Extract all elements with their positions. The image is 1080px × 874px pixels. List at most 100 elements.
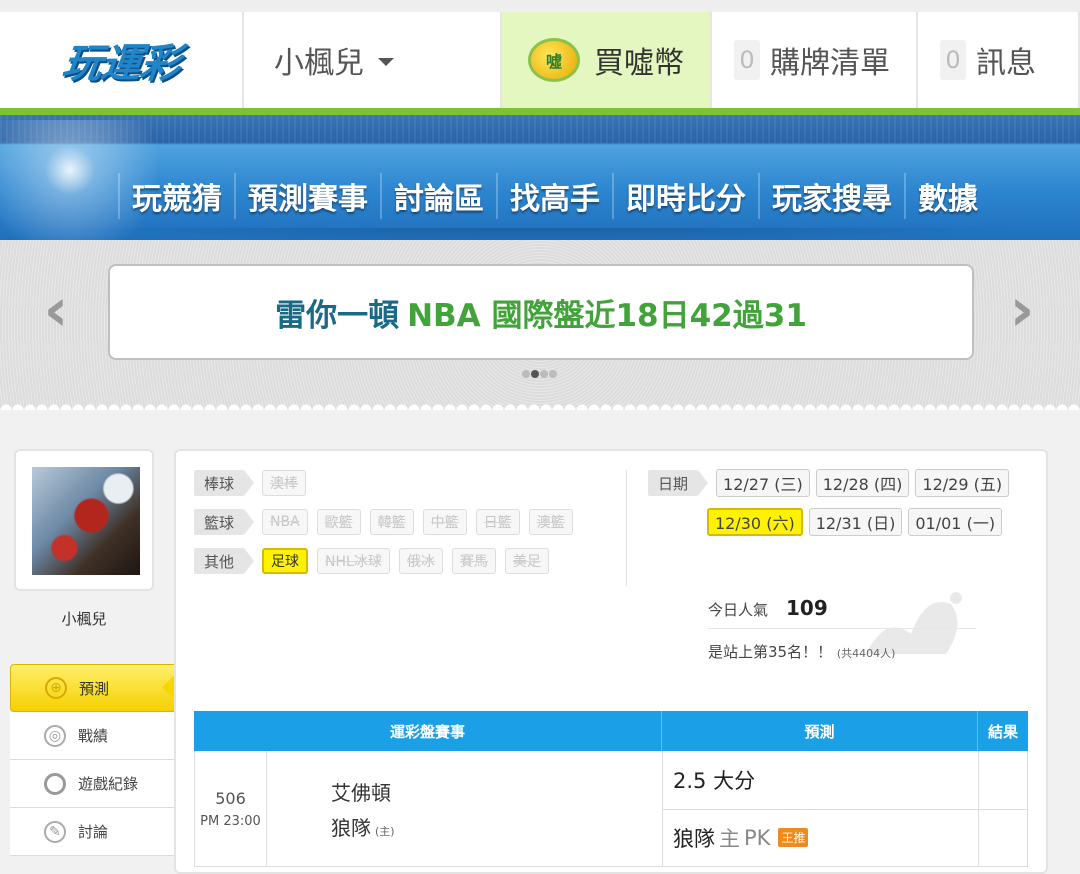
result-total (979, 751, 1027, 809)
cart-count-badge: 0 (734, 40, 760, 80)
date-chip-1230[interactable]: 12/30 (六) (707, 508, 803, 536)
carousel-dot[interactable] (522, 370, 530, 378)
king-pick-badge: 王推 (778, 828, 809, 848)
date-chip-1229[interactable]: 12/29 (五) (915, 469, 1010, 497)
carousel-dot[interactable] (549, 370, 557, 378)
main-nav: 玩競猜 預測賽事 討論區 找高手 即時比分 玩家搜尋 數據 (118, 170, 990, 222)
user-menu[interactable]: 小楓兒 (244, 12, 502, 108)
filter-chip-aus-baseball[interactable]: 澳棒 (262, 470, 307, 496)
site-logo[interactable]: 玩運彩 (0, 12, 244, 108)
prediction-total: 2.5 大分 (663, 751, 978, 809)
logo-text: 玩運彩 (58, 41, 183, 87)
sidebar-username: 小楓兒 (61, 610, 107, 628)
team-away[interactable]: 艾佛頓 (331, 777, 662, 806)
username: 小楓兒 (274, 46, 364, 81)
date-chip-1231[interactable]: 12/31 (日) (808, 508, 903, 536)
nav-item-live-score[interactable]: 即時比分 (612, 173, 758, 219)
banner-next-arrow-icon[interactable]: › (1002, 275, 1042, 345)
result-cell (979, 751, 1027, 866)
target-icon: ⊕ (45, 677, 67, 699)
record-icon: ◎ (44, 724, 66, 747)
messages-label: 訊息 (976, 46, 1036, 81)
nav-item-predict[interactable]: 預測賽事 (234, 173, 380, 219)
prediction-home-tag: 主 (719, 826, 740, 851)
date-row-1: 日期 12/27 (三) 12/28 (四) 12/29 (五) (648, 469, 1015, 497)
sidebar-item-game-log[interactable]: 遊戲紀錄 (10, 760, 174, 808)
filter-chip-russia-hockey[interactable]: 俄冰 (398, 548, 443, 574)
buy-coin-button[interactable]: 噓 買噓幣 (502, 12, 712, 108)
avatar-frame (14, 449, 154, 591)
nav-item-quiz[interactable]: 玩競猜 (118, 173, 234, 219)
prediction-pk: PK (744, 825, 771, 850)
team-home[interactable]: 狼隊 (331, 816, 371, 840)
site-header: 玩運彩 小楓兒 噓 買噓幣 0 購牌清單 0 訊息 (0, 12, 1080, 108)
team-home-line: 狼隊 (主) (331, 812, 662, 841)
filter-chip-china-bball[interactable]: 中籃 (422, 509, 467, 535)
messages-button[interactable]: 0 訊息 (918, 12, 1080, 108)
sidebar-item-record[interactable]: ◎ 戰績 (10, 712, 174, 760)
cart-label: 購牌清單 (770, 46, 890, 81)
filter-chip-horse-racing[interactable]: 賽馬 (451, 548, 496, 574)
sidebar-item-label: 預測 (79, 679, 110, 698)
date-chip-1227[interactable]: 12/27 (三) (716, 469, 810, 497)
rank-total: (共4404人) (836, 647, 896, 660)
prediction-spread: 狼隊 主 PK 王推 (663, 808, 978, 867)
filter-label-baseball: 棒球 (194, 470, 255, 496)
filter-chip-american-football[interactable]: 美足 (504, 548, 549, 574)
popularity-label: 今日人氣 (708, 601, 769, 619)
rank-text: 是站上第35名！！ (708, 643, 833, 661)
filter-row-baseball: 棒球 澳棒 (194, 470, 315, 496)
cart-button[interactable]: 0 購牌清單 (712, 12, 918, 108)
filter-row-other: 其他 足球 NHL冰球 俄冰 賽馬 美足 (194, 548, 558, 574)
avatar[interactable] (32, 467, 140, 575)
banner-prev-arrow-icon[interactable]: ‹ (36, 275, 76, 345)
game-number: 506 (215, 788, 246, 808)
carousel-dots (522, 370, 558, 378)
table-header: 運彩盤賽事 預測 結果 (194, 711, 1028, 751)
top-strip (0, 0, 1080, 12)
circle-icon (44, 772, 66, 795)
home-tag: (主) (375, 824, 395, 838)
buy-coin-label: 買噓幣 (594, 46, 684, 81)
filter-chip-nhl[interactable]: NHL冰球 (317, 548, 390, 574)
sidebar-item-discuss[interactable]: ✎ 討論 (10, 808, 174, 856)
carousel-dot-active[interactable] (531, 370, 539, 378)
date-label: 日期 (648, 470, 709, 496)
coin-icon: 噓 (528, 38, 580, 82)
nav-item-stats[interactable]: 數據 (904, 173, 990, 219)
game-time: PM 23:00 (200, 813, 261, 829)
promo-banner[interactable]: 雷你一頓 NBA 國際盤近18日42過31 (108, 264, 974, 360)
filter-chip-aus-bball[interactable]: 澳籃 (528, 509, 573, 535)
sidebar-menu: ⊕ 預測 ◎ 戰績 遊戲紀錄 ✎ 討論 (10, 664, 184, 856)
prediction-table: 運彩盤賽事 預測 結果 506 PM 23:00 艾佛頓 狼隊 (主) 2.5 大… (194, 711, 1028, 867)
table-row: 506 PM 23:00 艾佛頓 狼隊 (主) 2.5 大分 狼隊 主 PK 王推 (194, 751, 1028, 867)
filter-label-basketball: 籃球 (194, 509, 255, 535)
nav-item-experts[interactable]: 找高手 (496, 173, 612, 219)
date-chip-1228[interactable]: 12/28 (四) (815, 469, 910, 497)
sidebar-item-label: 戰績 (78, 727, 109, 745)
filter-chip-japan-bball[interactable]: 日籃 (475, 509, 520, 535)
sidebar-item-label: 討論 (78, 823, 109, 841)
filter-chip-nba[interactable]: NBA (262, 509, 308, 535)
date-chip-0101[interactable]: 01/01 (一) (908, 508, 1003, 536)
banner-text: NBA 國際盤近18日42過31 (407, 297, 807, 334)
prediction-total-text: 2.5 大分 (673, 768, 756, 793)
nav-item-player-search[interactable]: 玩家搜尋 (758, 173, 904, 219)
caret-down-icon (378, 58, 394, 66)
filter-row-basketball: 籃球 NBA 歐籃 韓籃 中籃 日籃 澳籃 (194, 509, 582, 535)
predictions-cell: 2.5 大分 狼隊 主 PK 王推 (663, 751, 979, 866)
filter-chip-euro-bball[interactable]: 歐籃 (316, 509, 361, 535)
carousel-dot[interactable] (540, 370, 548, 378)
date-row-2: 12/30 (六) 12/31 (日) 01/01 (一) (707, 508, 1008, 536)
teams-cell: 艾佛頓 狼隊 (主) (267, 751, 663, 866)
prediction-team: 狼隊 (673, 826, 715, 851)
filter-divider (626, 470, 627, 586)
sidebar-item-predict[interactable]: ⊕ 預測 (10, 664, 184, 712)
col-header-result: 結果 (987, 722, 1018, 741)
edit-icon: ✎ (44, 820, 66, 843)
nav-item-forum[interactable]: 討論區 (380, 173, 496, 219)
messages-count-badge: 0 (940, 40, 966, 80)
filter-chip-soccer[interactable]: 足球 (262, 548, 309, 574)
filter-chip-korea-bball[interactable]: 韓籃 (369, 509, 414, 535)
col-header-game: 運彩盤賽事 (194, 711, 662, 751)
